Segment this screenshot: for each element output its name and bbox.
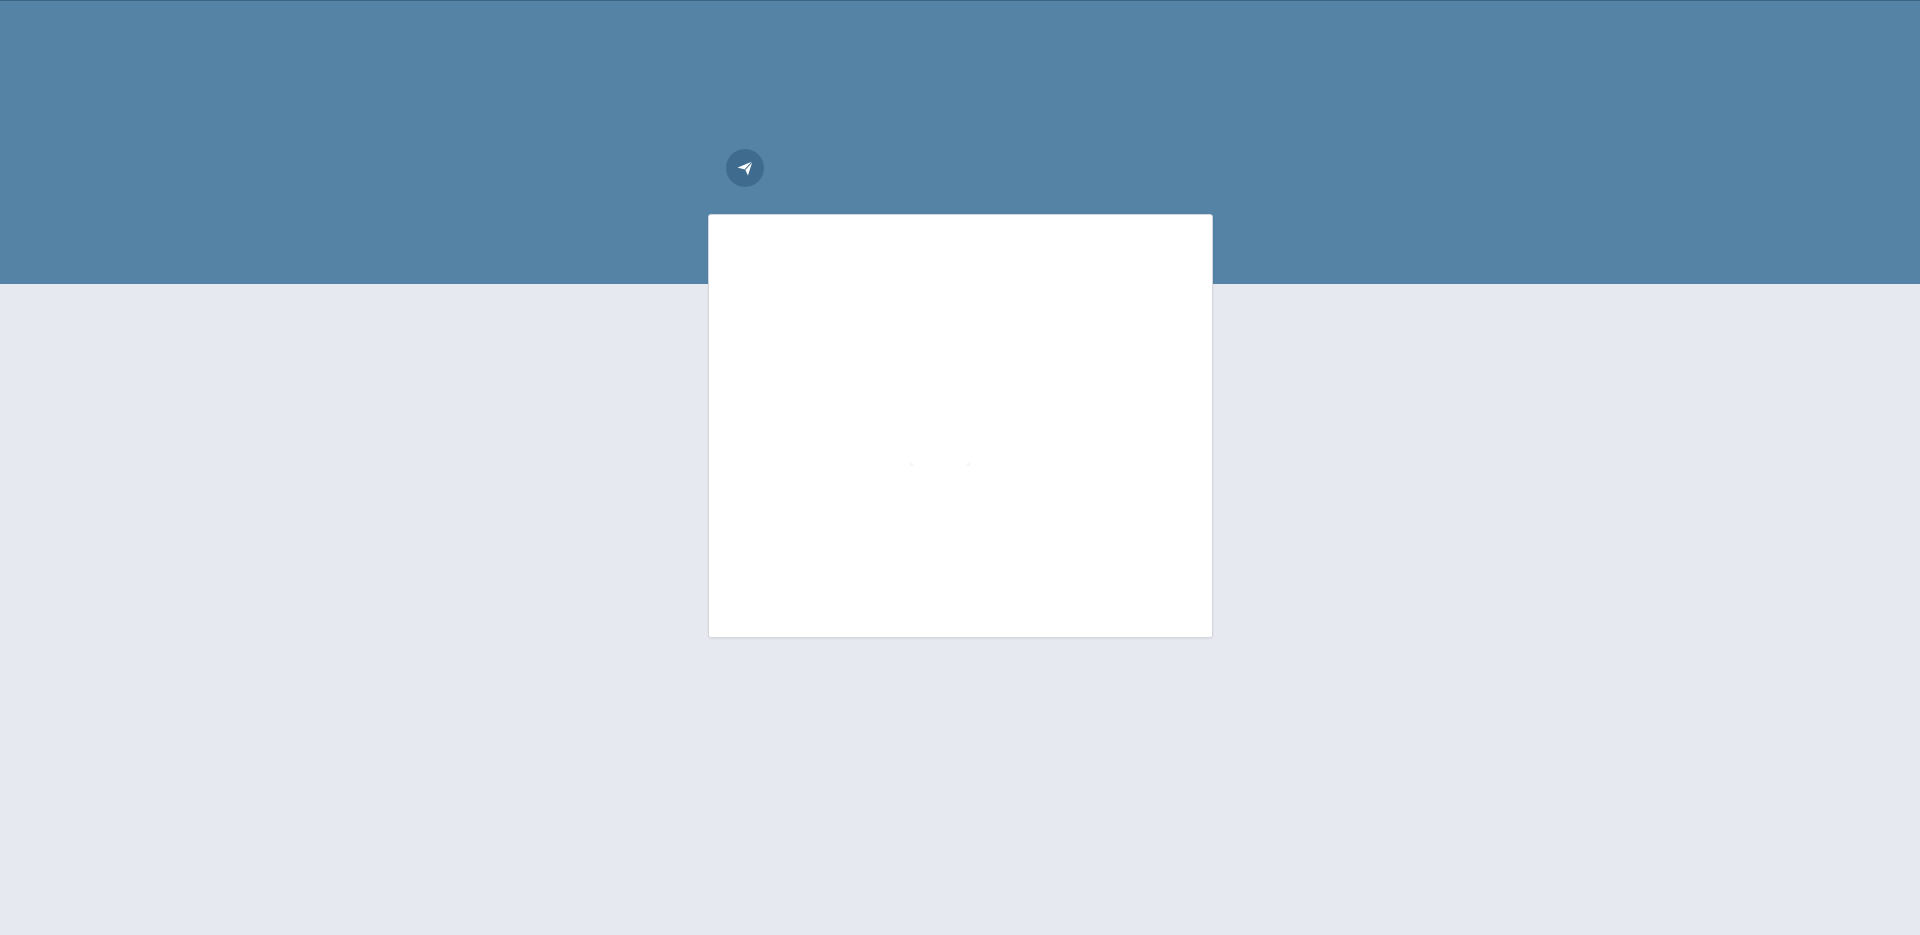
loading-indicator [910,463,970,467]
app-logo [726,149,764,187]
login-card [708,214,1213,638]
loading-dot [967,463,970,466]
paper-plane-icon [737,160,753,176]
loading-dot [910,463,913,466]
